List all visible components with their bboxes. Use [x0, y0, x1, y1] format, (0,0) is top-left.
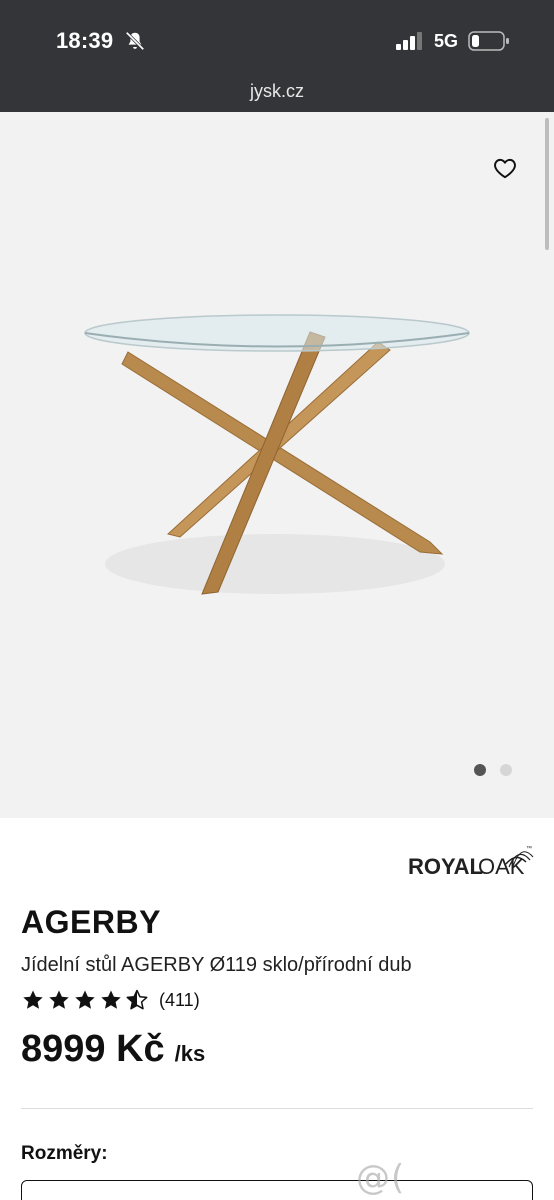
product-price: 8999 Kč /ks — [21, 1028, 205, 1071]
signal-icon — [396, 32, 422, 50]
star-icon — [23, 990, 43, 1009]
wishlist-button[interactable] — [486, 150, 524, 188]
product-title: AGERBY — [21, 904, 161, 940]
heart-icon — [494, 158, 516, 178]
product-rating[interactable]: (411) — [21, 988, 200, 1012]
product-image — [84, 314, 470, 595]
star-icon — [75, 990, 95, 1009]
product-info: ROYAL OAK ™ AGERBY Jídelní stůl AGERBY Ø… — [0, 818, 554, 1200]
battery-icon — [468, 31, 509, 51]
address-bar[interactable]: jysk.cz — [0, 75, 554, 112]
gallery-dot-1[interactable] — [474, 764, 486, 776]
price-unit: /ks — [174, 1041, 206, 1066]
product-gallery[interactable] — [0, 112, 554, 818]
scrollbar[interactable] — [545, 118, 549, 250]
trademark-mark: ™ — [526, 845, 532, 852]
star-half-icon — [126, 989, 148, 1010]
status-bar: 18:39 5G — [0, 0, 554, 75]
rating-stars — [21, 988, 149, 1012]
star-icon — [101, 990, 121, 1009]
network-label: 5G — [434, 31, 459, 51]
brand-logo[interactable]: ROYAL OAK ™ — [408, 840, 534, 880]
gallery-dot-2[interactable] — [500, 764, 512, 776]
review-count[interactable]: (411) — [159, 990, 200, 1011]
url-text[interactable]: jysk.cz — [0, 81, 554, 102]
watermark: @( Bazos.cz — [356, 1158, 511, 1200]
dimensions-label: Rozměry: — [21, 1143, 108, 1164]
gallery-pagination[interactable] — [474, 764, 512, 776]
divider — [21, 1108, 533, 1109]
product-description: Jídelní stůl AGERBY Ø119 sklo/přírodní d… — [21, 954, 412, 976]
brand-logo-bold: ROYAL — [408, 854, 483, 879]
status-time: 18:39 — [56, 28, 114, 53]
bell-slash-icon — [125, 31, 145, 51]
star-icon — [49, 990, 69, 1009]
price-value: 8999 Kč — [21, 1028, 165, 1070]
